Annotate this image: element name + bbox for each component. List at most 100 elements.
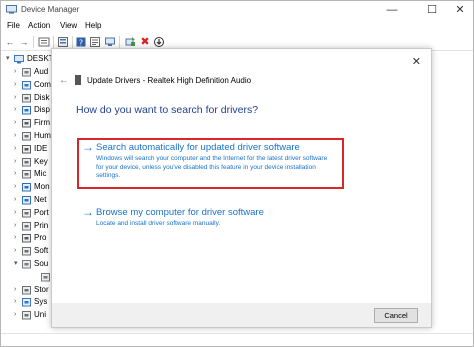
arrow-right-icon: → xyxy=(82,205,94,219)
tree-item-label: Key xyxy=(34,156,48,166)
update-drivers-dialog: ✕ ← Update Drivers - Realtek High Defini… xyxy=(51,48,432,328)
toolbar-separator xyxy=(53,36,54,48)
scan-hardware-icon[interactable] xyxy=(153,36,165,48)
audio-device-icon xyxy=(75,75,81,85)
option-description: Locate and install driver software manua… xyxy=(96,220,221,227)
option-title[interactable]: Search automatically for updated driver … xyxy=(96,142,300,153)
chevron-right-icon[interactable]: › xyxy=(14,298,20,306)
display-icon xyxy=(22,106,31,115)
tree-item-label: IDE xyxy=(34,143,48,153)
tree-item-label: Firm xyxy=(34,118,50,128)
maximize-button[interactable]: ☐ xyxy=(421,1,443,19)
computer-icon[interactable] xyxy=(104,36,116,48)
menu-help[interactable]: Help xyxy=(85,21,101,30)
dialog-title: Update Drivers - Realtek High Definition… xyxy=(87,76,252,85)
browse-computer-option[interactable]: → Browse my computer for driver software… xyxy=(79,205,329,235)
network-icon xyxy=(22,196,31,205)
disk-icon xyxy=(22,93,31,103)
chevron-right-icon[interactable]: › xyxy=(14,170,20,178)
search-question: How do you want to search for drivers? xyxy=(76,104,259,116)
menu-action[interactable]: Action xyxy=(28,21,50,30)
tree-item-label: Sys xyxy=(34,297,48,307)
device-manager-icon xyxy=(6,5,17,14)
tree-view-icon[interactable] xyxy=(38,36,50,48)
software-icon xyxy=(22,247,31,256)
usb-icon xyxy=(22,311,31,320)
cancel-button[interactable]: Cancel xyxy=(374,308,418,323)
chevron-right-icon[interactable]: › xyxy=(14,106,20,114)
tree-item-label: Sou xyxy=(34,259,49,268)
tree-item-label: Disp xyxy=(34,105,51,115)
svg-text:?: ? xyxy=(79,39,83,48)
tree-item-label: Prin xyxy=(34,220,49,230)
tree-item-label: Mic xyxy=(34,169,47,179)
tree-item-label: Soft xyxy=(34,246,49,256)
back-icon[interactable]: ← xyxy=(4,36,16,48)
chevron-right-icon[interactable]: › xyxy=(14,132,20,140)
chevron-right-icon[interactable]: › xyxy=(14,311,20,319)
tree-item-label: Stor xyxy=(34,284,49,294)
chevron-right-icon[interactable]: › xyxy=(14,68,20,76)
dialog-close-button[interactable]: ✕ xyxy=(412,55,421,68)
tree-item-label: Aud xyxy=(34,67,49,76)
tree-item-label: Disk xyxy=(34,92,50,102)
firmware-icon xyxy=(22,119,31,128)
menu-view[interactable]: View xyxy=(60,21,77,30)
chevron-right-icon[interactable]: › xyxy=(14,145,20,153)
window-title: Device Manager xyxy=(21,5,80,14)
chevron-right-icon[interactable]: › xyxy=(14,183,20,191)
tree-item-label: Pro xyxy=(34,233,47,243)
minimize-button[interactable]: — xyxy=(381,1,403,19)
chevron-right-icon[interactable]: › xyxy=(14,209,20,217)
keyboard-icon xyxy=(22,157,31,167)
hid-icon xyxy=(22,132,31,141)
processor-icon xyxy=(22,234,31,243)
audio-icon xyxy=(22,68,31,77)
chevron-right-icon[interactable]: › xyxy=(14,286,20,294)
ide-icon xyxy=(22,144,31,154)
tree-item-label: Hum xyxy=(34,131,51,140)
chevron-right-icon[interactable]: › xyxy=(14,94,20,102)
dialog-footer: Cancel xyxy=(52,303,431,327)
chevron-right-icon[interactable]: › xyxy=(14,196,20,204)
chevron-right-icon[interactable]: › xyxy=(14,158,20,166)
speaker-icon xyxy=(41,272,50,282)
storage-icon xyxy=(22,285,31,295)
chevron-right-icon[interactable]: › xyxy=(14,234,20,242)
properties-icon[interactable] xyxy=(57,36,69,48)
forward-icon[interactable]: → xyxy=(18,36,30,48)
update-driver-icon[interactable] xyxy=(124,36,136,48)
tree-item-label: Uni xyxy=(34,310,47,320)
search-automatically-option[interactable]: → Search automatically for updated drive… xyxy=(77,138,344,189)
option-description: Windows will search your computer and th… xyxy=(96,155,328,179)
mouse-icon xyxy=(22,170,31,179)
back-arrow-icon[interactable]: ← xyxy=(59,75,69,86)
port-icon xyxy=(22,208,31,218)
monitor-icon xyxy=(22,183,31,192)
device-manager-window: Device Manager — ☐ ✕ File Action View He… xyxy=(0,0,474,347)
print-icon xyxy=(22,221,31,231)
tree-item-label: Com xyxy=(34,79,51,89)
tree-item-label: Net xyxy=(34,195,47,204)
arrow-right-icon: → xyxy=(82,140,94,154)
system-icon xyxy=(22,298,31,307)
chevron-down-icon[interactable]: ▾ xyxy=(6,55,12,63)
menu-file[interactable]: File xyxy=(7,21,20,30)
title-bar: Device Manager — ☐ ✕ xyxy=(1,1,473,19)
option-title[interactable]: Browse my computer for driver software xyxy=(96,207,264,218)
menu-bar: File Action View Help xyxy=(1,20,473,32)
computer-icon xyxy=(22,80,31,90)
details-icon[interactable] xyxy=(89,36,101,48)
sound-icon xyxy=(22,260,31,269)
toolbar-separator xyxy=(119,36,120,48)
tree-item-label: Mon xyxy=(34,182,50,192)
close-button[interactable]: ✕ xyxy=(449,1,471,19)
status-bar xyxy=(1,333,473,346)
chevron-right-icon[interactable]: › xyxy=(14,247,20,255)
uninstall-icon[interactable]: ✖ xyxy=(139,36,151,48)
chevron-down-icon[interactable]: ▾ xyxy=(14,260,20,268)
chevron-right-icon[interactable]: › xyxy=(14,222,20,230)
chevron-right-icon[interactable]: › xyxy=(14,119,20,127)
chevron-right-icon[interactable]: › xyxy=(14,81,20,89)
help-icon[interactable]: ? xyxy=(75,36,87,48)
